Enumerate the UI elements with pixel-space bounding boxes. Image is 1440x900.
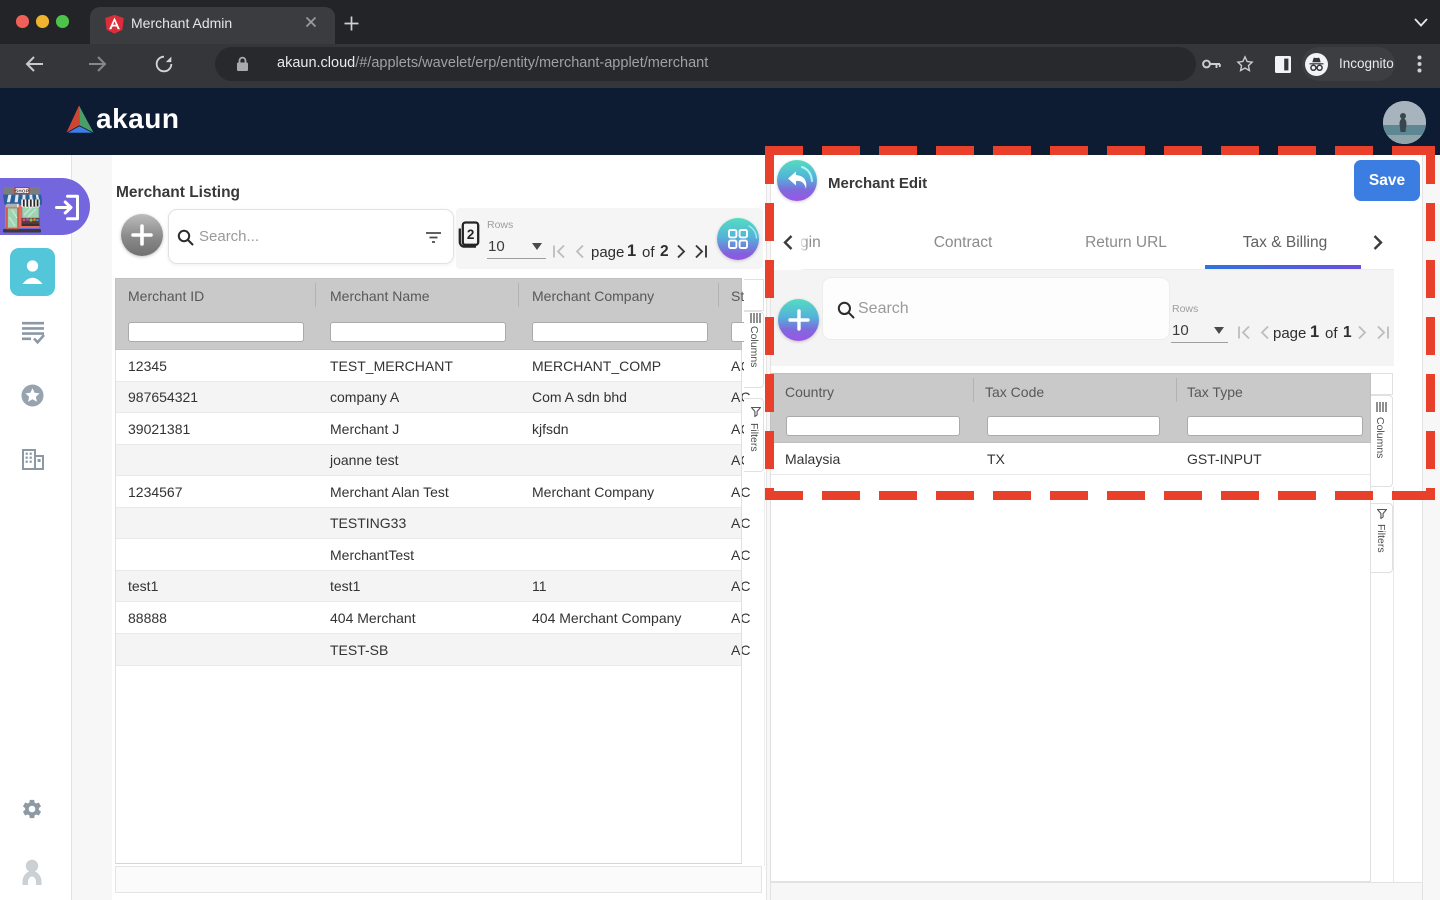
svg-text:SHOP: SHOP — [15, 188, 29, 193]
svg-text:2: 2 — [467, 227, 475, 242]
